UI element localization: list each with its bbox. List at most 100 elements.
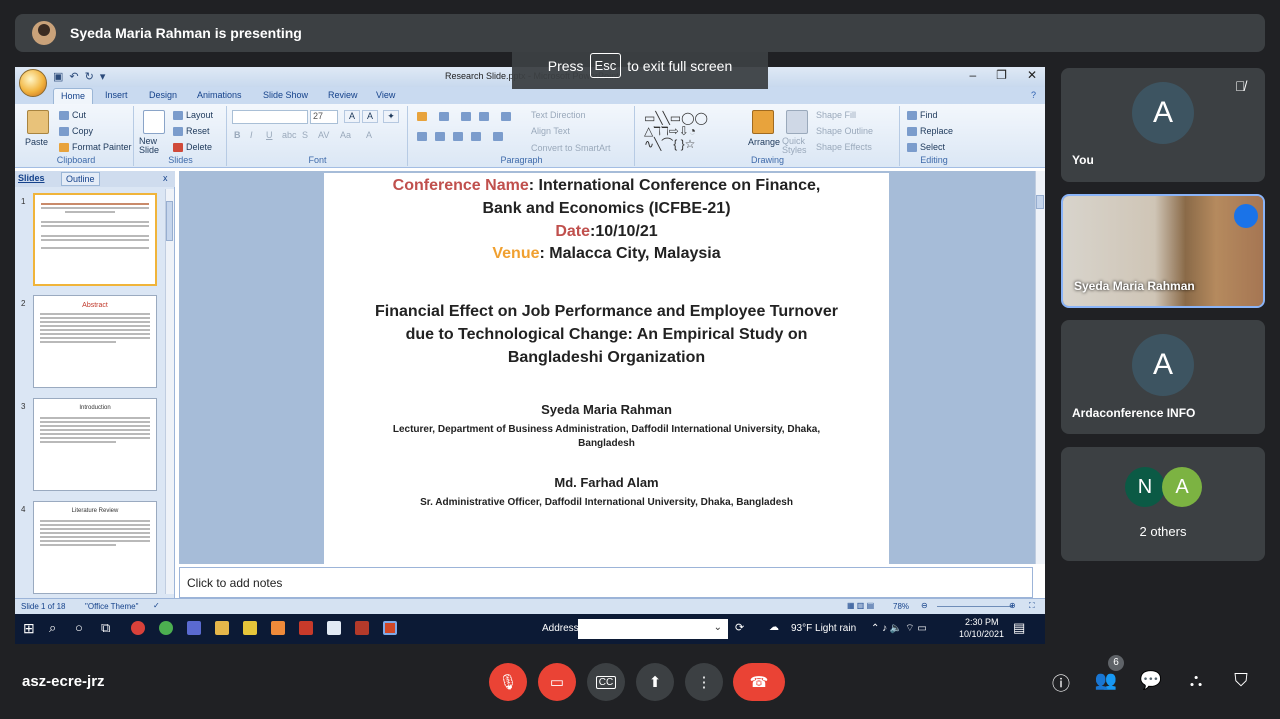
windows-start-icon[interactable]: ⊞ [23,620,35,637]
weather-text[interactable]: 93°F Light rain [791,623,856,634]
slide-thumbnail-1[interactable] [33,193,157,286]
layout-button[interactable]: Layout [173,110,213,121]
notes-app-icon[interactable] [243,621,257,635]
office-app-icon[interactable] [299,621,313,635]
arrange-icon[interactable] [752,110,774,134]
view-buttons[interactable]: ▦ ▥ ▤ [847,601,874,610]
find-button[interactable]: Find [907,110,938,121]
change-case-button[interactable]: Aa [340,130,351,140]
captions-button[interactable]: CC [587,663,625,701]
shadow-button[interactable]: S [302,130,308,140]
paste-icon[interactable] [27,110,49,134]
end-call-button[interactable]: ☎ [733,663,785,701]
undo-icon[interactable]: ↶ [69,70,78,83]
zoom-out-icon[interactable]: ⊖ [921,601,928,610]
spellcheck-icon[interactable]: ✓ [153,601,160,610]
select-button[interactable]: Select [907,142,945,153]
shape-fill-button[interactable]: Shape Fill [816,110,856,120]
participant-tile-you[interactable]: A 🎙̸ You [1061,68,1265,182]
office-button[interactable] [19,69,47,97]
mic-toggle-button[interactable]: 🎙 [489,663,527,701]
current-slide[interactable]: Conference Name: International Conferenc… [324,173,889,564]
underline-button[interactable]: U [266,130,273,140]
tab-review[interactable]: Review [328,90,358,100]
slide-thumbnail-2[interactable]: Abstract [33,295,157,388]
pane-scrollbar[interactable] [165,189,174,594]
align-center-button[interactable] [435,131,448,142]
shape-outline-button[interactable]: Shape Outline [816,126,873,136]
columns-button[interactable] [493,131,506,142]
align-text-button[interactable]: Align Text [531,126,570,136]
search-icon[interactable]: ⌕ [49,620,56,636]
maximize-icon[interactable]: ❐ [996,68,1007,82]
pane-close-icon[interactable]: x [163,173,168,183]
mail-icon[interactable] [187,621,201,635]
align-right-button[interactable] [453,131,466,142]
notes-pane[interactable]: Click to add notes [179,567,1033,598]
justify-button[interactable] [471,131,484,142]
notepad-icon[interactable] [327,621,341,635]
format-painter-button[interactable]: Format Painter [59,142,132,153]
zoom-in-icon[interactable]: ⊕ [1009,601,1016,610]
text-direction-button[interactable]: Text Direction [531,110,586,120]
photos-app-icon[interactable] [271,621,285,635]
cortana-icon[interactable]: ○ [75,620,83,635]
delete-button[interactable]: Delete [173,142,212,153]
tab-slide-show[interactable]: Slide Show [263,90,308,100]
chrome-icon[interactable] [159,621,173,635]
font-color-button[interactable]: A [366,130,372,140]
minimize-icon[interactable]: – [969,68,976,82]
font-size-combo[interactable]: 27 [310,110,338,124]
decrease-indent-button[interactable] [461,111,474,122]
reset-button[interactable]: Reset [173,126,210,137]
file-explorer-icon[interactable] [215,621,229,635]
new-slide-icon[interactable] [143,110,165,134]
pane-scroll-thumb[interactable] [166,201,173,241]
shapes-gallery[interactable]: ▭╲╲▭◯◯ △ℸℸ⇨⇩◔ ∿╲⌒{ }☆ [644,112,740,151]
slide-scroll-thumb[interactable] [1036,195,1044,209]
quick-styles-button[interactable]: Quick Styles [782,137,812,155]
new-slide-button[interactable]: New Slide [139,137,173,155]
clear-format-button[interactable]: ✦ [383,110,399,123]
notifications-icon[interactable]: ▤ [1013,620,1025,636]
camera-toggle-button[interactable]: ▭ [538,663,576,701]
increase-indent-button[interactable] [479,111,492,122]
fit-slide-icon[interactable]: ⛶ [1029,601,1035,611]
activities-icon[interactable]: ⛬ [1184,670,1208,694]
participant-tile-presenter[interactable]: Syeda Maria Rahman [1061,194,1265,308]
people-icon[interactable]: 👥 [1094,670,1118,694]
tab-home[interactable]: Home [53,88,93,104]
address-input[interactable]: ⌄ [578,619,728,639]
char-spacing-button[interactable]: AV [318,130,329,140]
quick-styles-icon[interactable] [786,110,808,134]
slide-vertical-scrollbar[interactable] [1035,171,1045,564]
bold-button[interactable]: B [234,130,241,140]
copy-button[interactable]: Copy [59,126,93,137]
tab-insert[interactable]: Insert [105,90,128,100]
shape-effects-button[interactable]: Shape Effects [816,142,872,152]
arrange-button[interactable]: Arrange [748,137,780,147]
slide-thumbnail-3[interactable]: Introduction [33,398,157,491]
bullets-button[interactable] [417,111,430,122]
participant-tile-ardaconference[interactable]: A Ardaconference INFO [1061,320,1265,434]
participant-tile-others[interactable]: N A 2 others [1061,447,1265,561]
italic-button[interactable]: I [250,130,253,140]
task-view-icon[interactable]: ⧉ [101,620,110,636]
align-left-button[interactable] [417,131,430,142]
chat-icon[interactable]: 💬 [1139,670,1163,694]
slide-thumbnail-4[interactable]: Literature Review [33,501,157,594]
zoom-level[interactable]: 78% [893,602,909,611]
tab-animations[interactable]: Animations [197,90,242,100]
clock-time[interactable]: 2:30 PM [965,617,999,627]
acrobat-icon[interactable] [355,621,369,635]
powerpoint-taskbar-icon[interactable] [383,621,397,635]
clock-date[interactable]: 10/10/2021 [959,629,1004,639]
save-icon[interactable]: ▣ [53,70,63,83]
line-spacing-button[interactable] [501,111,514,122]
shrink-font-button[interactable]: A [362,110,378,123]
host-controls-icon[interactable]: ⛉ [1229,670,1253,694]
meeting-info-icon[interactable]: ⓘ [1049,670,1073,694]
paste-button[interactable]: Paste [25,137,48,147]
present-button[interactable]: ⬆ [636,663,674,701]
numbering-button[interactable] [439,111,452,122]
